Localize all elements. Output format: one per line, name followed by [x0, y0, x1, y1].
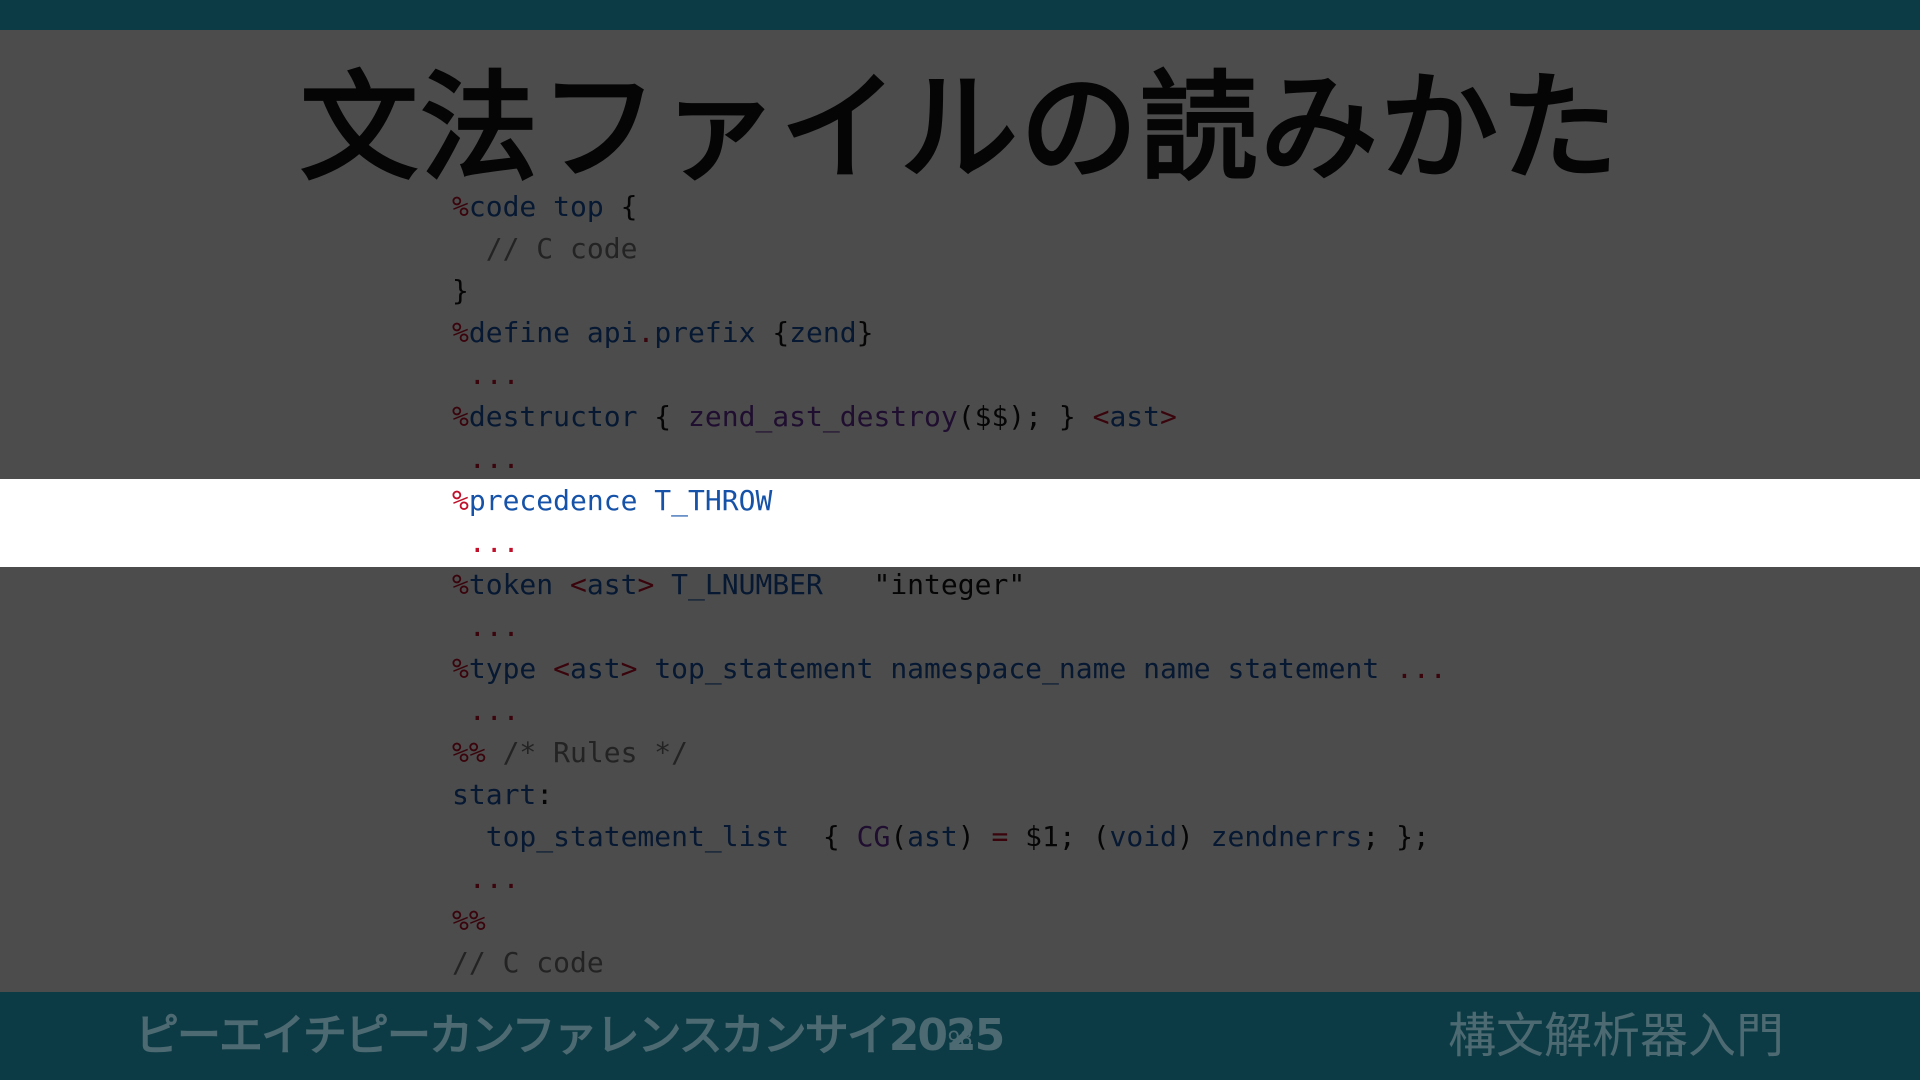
code-token: %	[452, 316, 469, 349]
code-token: $1; (	[1008, 820, 1110, 853]
code-line: %token <ast> T_LNUMBER "integer"	[452, 564, 1852, 606]
code-token: ...	[452, 526, 520, 559]
code-token: // C code	[452, 946, 604, 979]
code-line: %define api.prefix {zend}	[452, 312, 1852, 354]
code-token: {	[603, 190, 638, 223]
code-token: token	[468, 568, 554, 601]
code-token: )	[957, 820, 992, 853]
code-token: %%	[452, 904, 486, 937]
code-token: prefix	[654, 316, 756, 349]
code-token: api	[586, 316, 638, 349]
code-token: ...	[452, 358, 520, 391]
code-token: <	[1092, 400, 1110, 433]
conference-logo: ピーエイチピーカンファレンスカンサイ2025	[135, 1010, 1005, 1061]
top-bar	[0, 0, 1920, 30]
presentation-title: 構文解析器入門	[1448, 1008, 1785, 1064]
code-token: >	[1160, 400, 1177, 433]
code-line: %destructor { zend_ast_destroy($$); } <a…	[452, 396, 1852, 438]
code-token: %	[452, 484, 469, 517]
code-token: top_statement_list	[485, 820, 790, 853]
code-token: :	[536, 778, 554, 811]
code-token: top	[553, 190, 604, 223]
code-block: %code top { // C code} %define api.prefix…	[452, 186, 1852, 984]
code-token: <	[570, 568, 587, 601]
code-token: zendnerrs	[1210, 820, 1363, 853]
code-token: zend	[789, 316, 857, 349]
code-token: %%	[452, 736, 486, 769]
code-line: %% /* Rules */	[452, 732, 1852, 774]
code-token: // C code	[452, 232, 638, 265]
code-token: ; };	[1362, 820, 1430, 853]
code-token: {	[755, 316, 790, 349]
code-token: %	[452, 568, 469, 601]
code-token: zend_ast_destroy	[688, 400, 958, 433]
code-token: precedence	[468, 484, 638, 517]
code-token: <	[553, 652, 571, 685]
code-token: CG	[856, 820, 891, 853]
code-token: type	[468, 652, 537, 685]
code-token: define	[468, 316, 571, 349]
code-token: void	[1109, 820, 1177, 853]
code-line: %code top {	[452, 186, 1852, 228]
code-line: // C code	[452, 942, 1852, 984]
code-token: %	[452, 400, 469, 433]
code-line: top_statement_list { CG(ast) = $1; (void…	[452, 816, 1852, 858]
code-token: =	[991, 820, 1009, 853]
code-line: %type <ast> top_statement namespace_name…	[452, 648, 1852, 690]
page-number: 98	[947, 1026, 973, 1051]
code-line: // C code	[452, 228, 1852, 270]
slide-title: 文法ファイルの読みかた	[299, 58, 1620, 197]
footer-bar: ピーエイチピーカンファレンスカンサイ2025 98 構文解析器入門	[0, 992, 1920, 1080]
code-token: ast	[1109, 400, 1161, 433]
code-token: >	[637, 568, 655, 601]
code-token: ast	[586, 568, 638, 601]
code-token: destructor	[468, 400, 638, 433]
code-token: ...	[452, 862, 520, 895]
code-token: ...	[452, 694, 520, 727]
code-line: ...	[452, 438, 1852, 480]
code-token: ast	[907, 820, 958, 853]
code-token: ...	[452, 442, 520, 475]
code-token: top_statement namespace_name name statem…	[654, 652, 1380, 685]
code-token: ($$); }	[957, 400, 1093, 433]
code-token: )	[1176, 820, 1211, 853]
code-line: ...	[452, 690, 1852, 732]
code-token: }	[856, 316, 874, 349]
code-line: ...	[452, 354, 1852, 396]
code-line: %precedence T_THROW	[452, 480, 1852, 522]
code-token: >	[620, 652, 638, 685]
code-token: %	[452, 652, 469, 685]
code-line: %%	[452, 900, 1852, 942]
code-line: ...	[452, 522, 1852, 564]
code-token: {	[637, 400, 689, 433]
code-token: {	[789, 820, 857, 853]
code-token: }	[452, 274, 469, 307]
code-token: T_THROW	[654, 484, 773, 517]
code-token: %	[452, 190, 469, 223]
code-line: ...	[452, 606, 1852, 648]
code-token: "integer"	[822, 568, 1026, 601]
code-line: }	[452, 270, 1852, 312]
code-line: ...	[452, 858, 1852, 900]
code-token: code	[468, 190, 537, 223]
code-token: ...	[1379, 652, 1447, 685]
code-token: /* Rules */	[485, 736, 689, 769]
code-token: ...	[452, 610, 520, 643]
code-token: start	[452, 778, 537, 811]
code-token: (	[890, 820, 908, 853]
code-token: .	[637, 316, 655, 349]
code-line: start:	[452, 774, 1852, 816]
code-token: ast	[570, 652, 621, 685]
code-token: T_LNUMBER	[671, 568, 823, 601]
